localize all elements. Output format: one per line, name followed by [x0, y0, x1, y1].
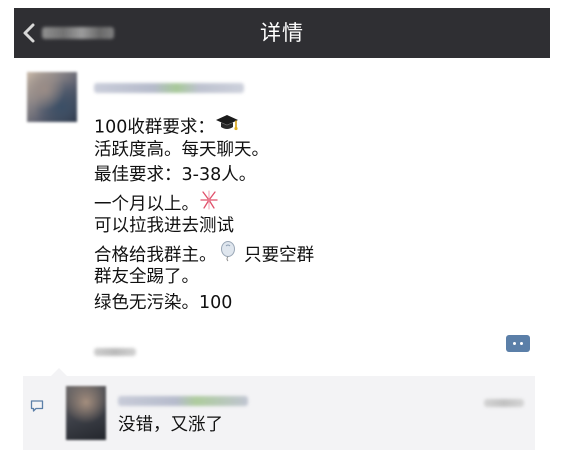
author-name-blurred[interactable] — [94, 78, 244, 93]
comment-more-icon[interactable] — [506, 335, 530, 352]
moments-detail-screen: 详情 100收群要求： 活跃度高。每天聊天。 最佳要求：3-38人。 一个月以上… — [14, 8, 550, 460]
post-body: 100收群要求： 活跃度高。每天聊天。 最佳要求：3-38人。 一个月以上。 可… — [94, 112, 514, 316]
navigation-bar: 详情 — [14, 8, 550, 58]
post-line-1: 100收群要求： — [94, 112, 514, 138]
author-avatar[interactable] — [27, 72, 77, 122]
comment-timestamp-blurred — [484, 392, 524, 407]
comment-bubble-icon — [30, 400, 44, 412]
commenter-name-blurred[interactable] — [118, 391, 248, 406]
post-line-8: 绿色无污染。100 — [94, 292, 233, 313]
post-line-3: 最佳要求：3-38人。 — [94, 165, 257, 185]
commenter-avatar[interactable] — [66, 386, 106, 440]
post-timestamp-blurred — [94, 341, 136, 356]
page-title: 详情 — [260, 21, 304, 45]
post-line-6: 合格给我群主。 只要空群 — [94, 240, 514, 266]
post-line-5: 可以拉我进去测试 — [94, 216, 234, 236]
balloon-icon — [217, 240, 239, 271]
comment-text[interactable]: 没错，又涨了 — [118, 413, 223, 437]
post-line-4: 一个月以上。 — [94, 189, 514, 215]
post-line-7: 群友全踢了。 — [94, 267, 199, 287]
post-detail: 100收群要求： 活跃度高。每天聊天。 最佳要求：3-38人。 一个月以上。 可… — [14, 58, 550, 460]
post-line-2: 活跃度高。每天聊天。 — [94, 139, 269, 160]
